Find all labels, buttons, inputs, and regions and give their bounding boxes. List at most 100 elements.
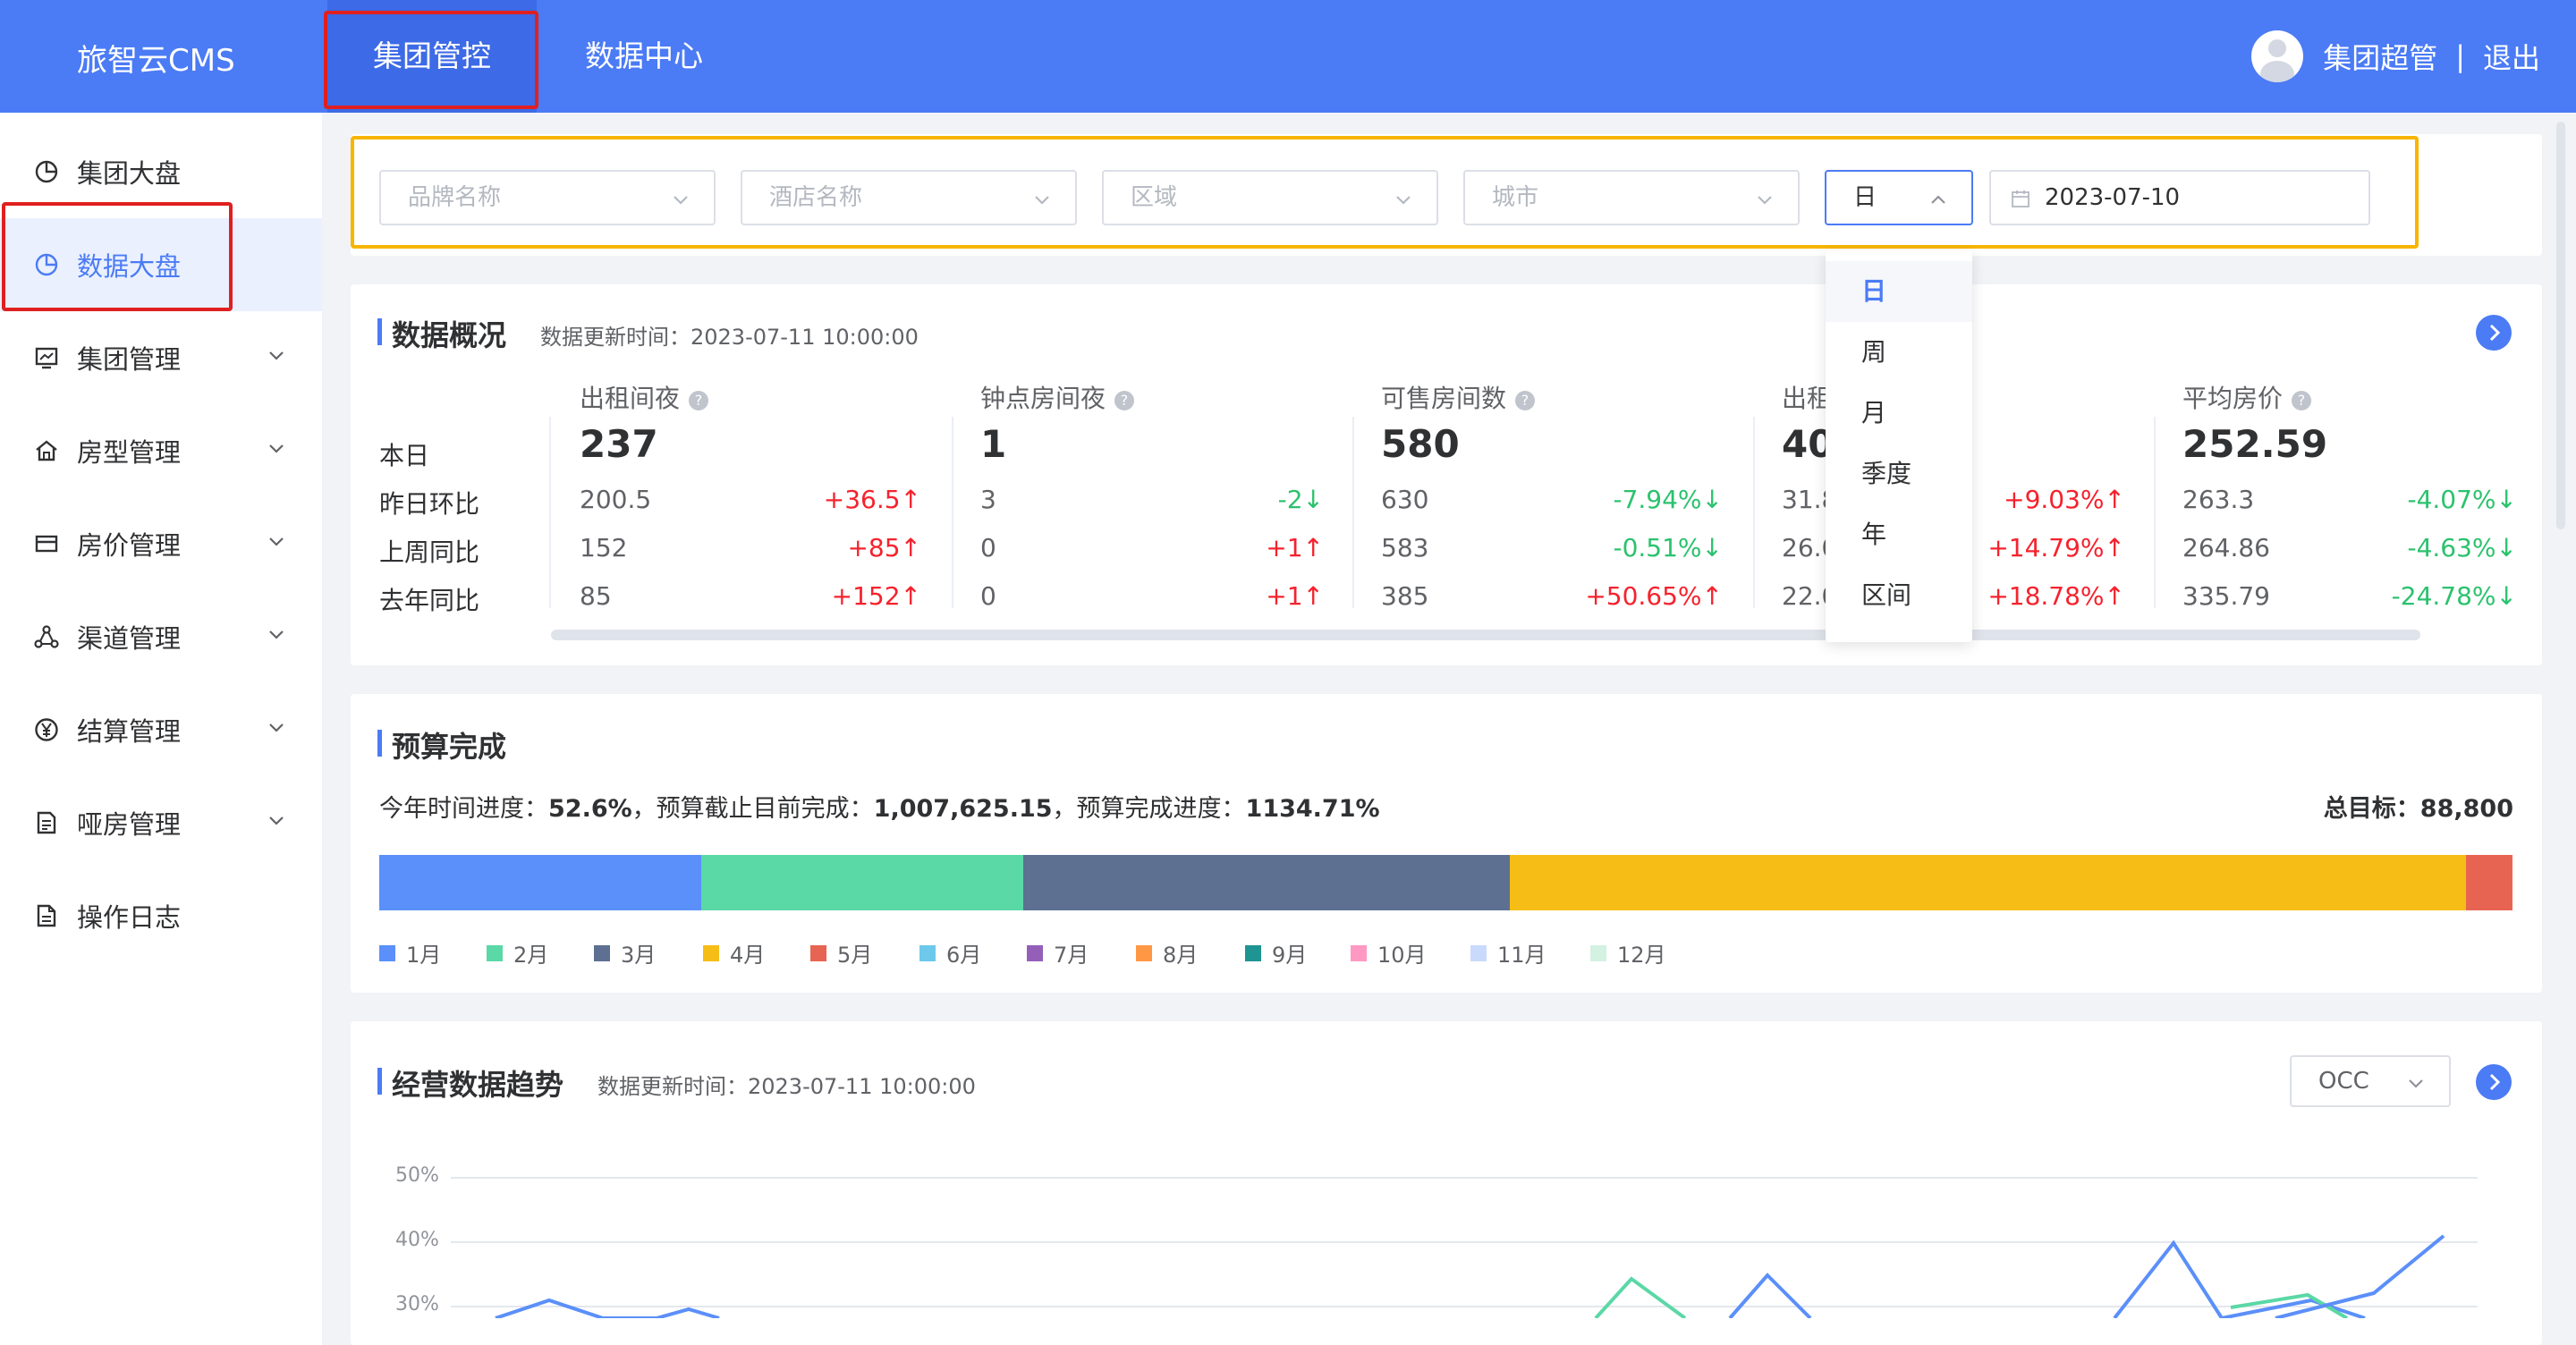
legend-item[interactable]: 8月	[1136, 937, 1198, 969]
legend-item[interactable]: 5月	[810, 937, 872, 969]
metric-change: +1↑	[1266, 581, 1324, 611]
metric-value: 0	[980, 533, 996, 563]
sidebar-item-dummy-room[interactable]: 哑房管理	[0, 776, 322, 869]
trend-metric-value: OCC	[2318, 1068, 2369, 1095]
metric-value: 0	[980, 581, 996, 611]
metric-change: +50.65%↑	[1585, 581, 1723, 611]
metric-today-value: 1	[980, 422, 1007, 466]
metric-name: 出租间夜	[580, 384, 681, 413]
pie-chart-icon	[34, 159, 59, 184]
legend-swatch	[1136, 944, 1152, 961]
trend-title: 经营数据趋势	[377, 1062, 564, 1104]
logout-link[interactable]: 退出	[2483, 36, 2540, 77]
sidebar-item-channel[interactable]: 渠道管理	[0, 590, 322, 683]
legend-item[interactable]: 3月	[594, 937, 656, 969]
user-name[interactable]: 集团超管	[2323, 36, 2437, 77]
legend-label: 8月	[1163, 943, 1199, 968]
legend-item[interactable]: 7月	[1027, 937, 1089, 969]
top-nav-data-center[interactable]: 数据中心	[537, 0, 751, 113]
avatar[interactable]	[2251, 30, 2304, 82]
sidebar-item-settlement[interactable]: 结算管理	[0, 683, 322, 776]
legend-swatch	[810, 944, 826, 961]
sidebar-item-room-type[interactable]: 房型管理	[0, 404, 322, 497]
separator: |	[2455, 39, 2465, 73]
help-icon[interactable]: ?	[2292, 391, 2312, 410]
budget-segment	[1023, 855, 1510, 910]
chevron-right-icon	[2489, 1073, 2501, 1091]
sidebar-item-room-price[interactable]: 房价管理	[0, 497, 322, 590]
trend-series-line	[1728, 1273, 1812, 1318]
sidebar-item-group-management[interactable]: 集团管理	[0, 311, 322, 404]
budget-completion: 1134.71%	[1245, 795, 1380, 823]
legend-item[interactable]: 6月	[919, 937, 981, 969]
highlight-box-nav	[324, 11, 538, 109]
row-label-today: 本日	[379, 441, 430, 470]
sidebar-item-operation-log[interactable]: 操作日志	[0, 869, 322, 962]
help-icon[interactable]: ?	[1515, 391, 1536, 410]
legend-swatch	[919, 944, 936, 961]
legend-label: 12月	[1617, 943, 1666, 968]
legend-swatch	[1351, 944, 1367, 961]
budget-segment	[1510, 855, 2466, 910]
trend-metric-select[interactable]: OCC	[2290, 1055, 2451, 1107]
legend-item[interactable]: 9月	[1245, 937, 1307, 969]
legend-label: 4月	[730, 943, 766, 968]
overview-title: 数据概况	[377, 313, 506, 354]
legend-item[interactable]: 1月	[379, 937, 441, 969]
period-option-year[interactable]: 年	[1826, 504, 1972, 565]
legend-swatch	[1245, 944, 1261, 961]
row-label-year-over-year: 去年同比	[379, 586, 480, 615]
budget-text: ，预算完成进度：	[1052, 795, 1246, 823]
legend-item[interactable]: 10月	[1351, 937, 1427, 969]
metric-change: +85↑	[847, 533, 921, 563]
highlight-box-sidebar	[2, 202, 233, 311]
sidebar-item-label: 集团管理	[77, 344, 182, 375]
trend-series-line	[1594, 1276, 1687, 1318]
chevron-down-icon	[269, 630, 284, 639]
legend-item[interactable]: 12月	[1590, 937, 1666, 969]
period-option-day[interactable]: 日	[1826, 261, 1972, 322]
legend-label: 1月	[406, 943, 442, 968]
column-divider	[1352, 417, 1354, 608]
metric-hourly-room-nights: 钟点房间夜?	[980, 379, 1135, 415]
column-divider	[549, 417, 551, 608]
trend-series-line	[495, 1298, 720, 1318]
help-icon[interactable]: ?	[689, 391, 709, 410]
metric-change: +152↑	[831, 581, 921, 611]
user-area: 集团超管 | 退出	[2251, 30, 2540, 82]
metric-value: 385	[1381, 581, 1429, 611]
legend-item[interactable]: 4月	[703, 937, 765, 969]
metric-value: 583	[1381, 533, 1429, 563]
page-vertical-scrollbar[interactable]	[2556, 122, 2565, 529]
legend-item[interactable]: 2月	[487, 937, 548, 969]
budget-total-value: 88,800	[2419, 795, 2513, 823]
budget-segment	[701, 855, 1023, 910]
sidebar-item-label: 哑房管理	[77, 809, 182, 840]
metric-change: -0.51%↓	[1613, 533, 1723, 563]
legend-label: 3月	[621, 943, 657, 968]
metric-value: 200.5	[580, 485, 652, 514]
trend-lines	[495, 1234, 2445, 1318]
metric-name: 平均房价	[2182, 384, 2284, 413]
help-icon[interactable]: ?	[1114, 391, 1135, 410]
legend-label: 11月	[1497, 943, 1546, 968]
legend-item[interactable]: 11月	[1470, 937, 1546, 969]
sidebar-item-label: 结算管理	[77, 716, 182, 747]
column-divider	[2154, 417, 2156, 608]
overview-horizontal-scrollbar[interactable]	[551, 630, 2420, 640]
chevron-down-icon	[269, 723, 284, 732]
period-option-week[interactable]: 周	[1826, 322, 1972, 383]
overview-updated-time: 数据更新时间：2023-07-11 10:00:00	[540, 325, 919, 350]
metric-value: 335.79	[2182, 581, 2270, 611]
trend-next-button[interactable]	[2476, 1064, 2512, 1100]
overview-next-button[interactable]	[2476, 315, 2512, 351]
metric-value: 85	[580, 581, 612, 611]
period-option-range[interactable]: 区间	[1826, 565, 1972, 626]
monitor-chart-icon	[34, 345, 59, 370]
period-option-quarter[interactable]: 季度	[1826, 444, 1972, 504]
metric-change: -2↓	[1277, 485, 1324, 514]
sidebar-item-label: 渠道管理	[77, 623, 182, 654]
metric-value: 263.3	[2182, 485, 2255, 514]
period-option-month[interactable]: 月	[1826, 383, 1972, 444]
metric-today-value: 252.59	[2182, 422, 2328, 466]
